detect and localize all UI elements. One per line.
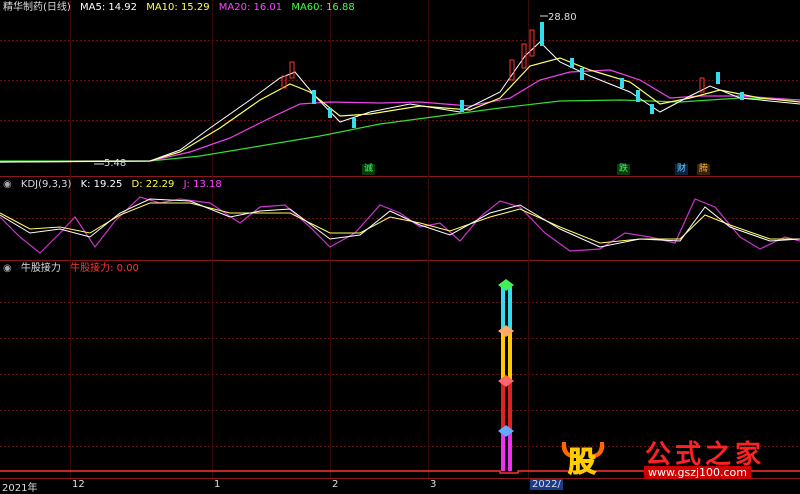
ma20-line <box>0 69 800 163</box>
candle <box>289 61 295 79</box>
kdj-k-line <box>0 198 800 248</box>
candle <box>352 118 356 128</box>
candle <box>529 29 535 57</box>
candle <box>650 104 654 114</box>
price-chart[interactable] <box>0 0 800 176</box>
x-axis-label: 1 <box>214 479 221 490</box>
candle <box>580 68 584 80</box>
x-axis-label: 2 <box>332 479 339 490</box>
kdj-chart[interactable] <box>0 177 800 260</box>
candle <box>636 90 640 102</box>
candle <box>740 92 744 100</box>
candle <box>570 58 574 68</box>
candle <box>540 22 544 46</box>
x-axis-label: 12 <box>72 479 85 490</box>
ma10-line <box>0 57 800 163</box>
signal-marker[interactable]: 跌 <box>617 164 631 175</box>
kdj-d-line <box>0 202 800 244</box>
signal-marker[interactable]: 财 <box>675 164 689 175</box>
watermark-logo-char: 股 <box>567 445 597 479</box>
watermark-logo: 股 <box>558 436 608 484</box>
ma60-line <box>0 97 800 162</box>
candle <box>460 100 464 112</box>
niu-bar <box>508 381 512 431</box>
watermark-url: www.gszj100.com <box>644 466 752 479</box>
candle <box>328 108 332 118</box>
niu-bar <box>508 285 512 331</box>
kdj-j-line <box>0 196 800 254</box>
niu-bar <box>501 285 505 331</box>
candle <box>620 78 624 88</box>
niu-bar <box>508 431 512 471</box>
niu-bar <box>501 431 505 471</box>
signal-marker[interactable]: 诚 <box>362 164 376 175</box>
high-price-label: 28.80 <box>548 12 577 23</box>
candle <box>312 90 316 104</box>
signal-marker[interactable]: 腾 <box>697 164 711 175</box>
candle <box>716 72 720 84</box>
niu-bar <box>501 381 505 431</box>
niu-bar <box>501 331 505 381</box>
niu-bar <box>508 331 512 381</box>
x-axis-label: 3 <box>430 479 437 490</box>
low-price-label: 5.48 <box>104 158 127 169</box>
